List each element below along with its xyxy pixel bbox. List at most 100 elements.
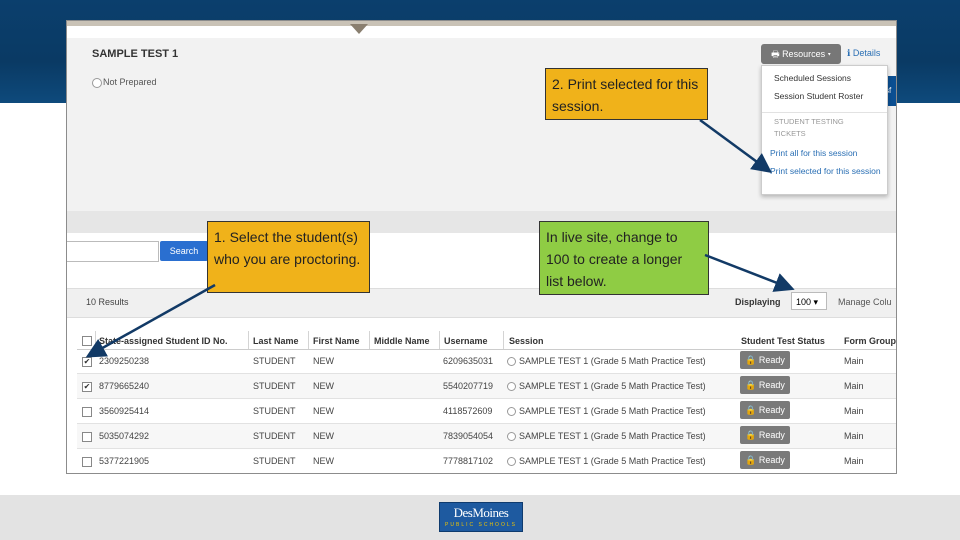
session-radio[interactable]	[507, 357, 516, 366]
student-id: 8779665240	[99, 381, 150, 391]
status-text: Ready	[758, 405, 785, 415]
column-divider	[95, 331, 96, 349]
table-row[interactable]: ✔ 8779665240 STUDENT NEW 5540207719 SAMP…	[77, 374, 896, 399]
student-id: 5377221905	[99, 456, 150, 466]
details-label: Details	[852, 48, 881, 58]
first-name: NEW	[313, 456, 334, 466]
displaying-value: 100	[796, 297, 812, 307]
scheduled-sessions-item[interactable]: Scheduled Sessions	[774, 73, 851, 83]
first-name: NEW	[313, 356, 334, 366]
last-name: STUDENT	[253, 406, 296, 416]
table-row[interactable]: 3560925414 STUDENT NEW 4118572609 SAMPLE…	[77, 399, 896, 424]
row-checkbox[interactable]	[82, 432, 92, 442]
form-group: Main	[844, 356, 864, 366]
col-last-name[interactable]: Last Name	[253, 336, 299, 346]
select-callout: 1. Select the student(s) who you are pro…	[207, 221, 370, 293]
caret-down-icon: ▾	[811, 297, 819, 307]
application-screenshot: SAMPLE TEST 1 Not Prepared 🖶 Resources ▾…	[66, 20, 897, 474]
form-group: Main	[844, 381, 864, 391]
session-radio[interactable]	[507, 457, 516, 466]
form-group: Main	[844, 406, 864, 416]
row-checkbox[interactable]: ✔	[82, 357, 92, 367]
select-all-checkbox[interactable]	[82, 336, 92, 346]
print-callout: 2. Print selected for this session.	[545, 68, 708, 120]
ready-status-button[interactable]: 🔒 Ready	[740, 401, 790, 419]
column-divider	[248, 331, 249, 349]
table-header: State-assigned Student ID No. Last Name …	[77, 331, 896, 350]
username: 6209635031	[443, 356, 494, 366]
col-middle-name[interactable]: Middle Name	[374, 336, 430, 346]
last-name: STUDENT	[253, 431, 296, 441]
resources-label: Resources	[782, 49, 826, 59]
session-name: SAMPLE TEST 1 (Grade 5 Math Practice Tes…	[519, 381, 706, 391]
column-divider	[439, 331, 440, 349]
status-radio[interactable]	[92, 78, 102, 88]
row-checkbox[interactable]	[82, 457, 92, 467]
session-name: SAMPLE TEST 1 (Grade 5 Math Practice Tes…	[519, 456, 706, 466]
username: 5540207719	[443, 381, 494, 391]
ready-status-button[interactable]: 🔒 Ready	[740, 451, 790, 469]
resources-button[interactable]: 🖶 Resources ▾	[761, 44, 841, 64]
col-student-id[interactable]: State-assigned Student ID No.	[99, 336, 228, 346]
table-row[interactable]: ✔ 2309250238 STUDENT NEW 6209635031 SAMP…	[77, 349, 896, 374]
column-divider	[369, 331, 370, 349]
session-name: SAMPLE TEST 1 (Grade 5 Math Practice Tes…	[519, 431, 706, 441]
session-radio[interactable]	[507, 432, 516, 441]
results-count: 10 Results	[86, 297, 129, 307]
student-id: 5035074292	[99, 431, 150, 441]
lock-icon: 🔒	[745, 355, 759, 365]
lock-icon: 🔒	[745, 430, 759, 440]
tickets-header: STUDENT TESTING TICKETS	[774, 117, 844, 138]
status-text: Ready	[758, 455, 785, 465]
col-test-status[interactable]: Student Test Status	[741, 336, 825, 346]
displaying-select[interactable]: 100 ▾	[791, 292, 827, 310]
lock-icon: 🔒	[745, 380, 759, 390]
row-checkbox[interactable]	[82, 407, 92, 417]
column-divider	[503, 331, 504, 349]
manage-columns-link[interactable]: Manage Colu	[838, 297, 892, 307]
row-checkbox[interactable]: ✔	[82, 382, 92, 392]
first-name: NEW	[313, 431, 334, 441]
divider-strip	[67, 211, 896, 233]
session-name: SAMPLE TEST 1 (Grade 5 Math Practice Tes…	[519, 356, 706, 366]
search-input[interactable]	[67, 241, 159, 262]
logo-text: DesMoines	[453, 505, 509, 520]
username: 4118572609	[443, 406, 493, 416]
status-label: Not Prepared	[103, 77, 157, 87]
print-selected-link[interactable]: Print selected for this session	[770, 165, 882, 178]
column-divider	[308, 331, 309, 349]
last-name: STUDENT	[253, 456, 296, 466]
details-link[interactable]: ℹ Details	[847, 48, 880, 59]
username: 7778817102	[443, 456, 494, 466]
search-button[interactable]: Search	[160, 241, 208, 261]
lock-icon: 🔒	[745, 405, 759, 415]
top-bar	[67, 21, 896, 26]
print-all-link[interactable]: Print all for this session	[770, 147, 882, 160]
session-radio[interactable]	[507, 382, 516, 391]
col-session[interactable]: Session	[509, 336, 544, 346]
col-username[interactable]: Username	[444, 336, 488, 346]
table-row[interactable]: 5035074292 STUDENT NEW 7839054054 SAMPLE…	[77, 424, 896, 449]
form-group: Main	[844, 456, 864, 466]
last-name: STUDENT	[253, 356, 296, 366]
ready-status-button[interactable]: 🔒 Ready	[740, 426, 790, 444]
dropdown-divider	[762, 112, 887, 113]
session-name: SAMPLE TEST 1 (Grade 5 Math Practice Tes…	[519, 406, 706, 416]
col-form-group[interactable]: Form Group	[844, 336, 896, 346]
ready-status-button[interactable]: 🔒 Ready	[740, 376, 790, 394]
displaying-label: Displaying	[735, 297, 781, 307]
live-site-callout: In live site, change to 100 to create a …	[539, 221, 709, 295]
notch-marker	[350, 24, 368, 34]
status-text: Ready	[758, 380, 785, 390]
caret-down-icon: ▾	[825, 49, 831, 59]
table-row[interactable]: 5377221905 STUDENT NEW 7778817102 SAMPLE…	[77, 449, 896, 473]
first-name: NEW	[313, 406, 334, 416]
form-group: Main	[844, 431, 864, 441]
ready-status-button[interactable]: 🔒 Ready	[740, 351, 790, 369]
lock-icon: 🔒	[745, 455, 759, 465]
username: 7839054054	[443, 431, 494, 441]
session-roster-item[interactable]: Session Student Roster	[774, 91, 863, 101]
first-name: NEW	[313, 381, 334, 391]
session-radio[interactable]	[507, 407, 516, 416]
col-first-name[interactable]: First Name	[313, 336, 360, 346]
